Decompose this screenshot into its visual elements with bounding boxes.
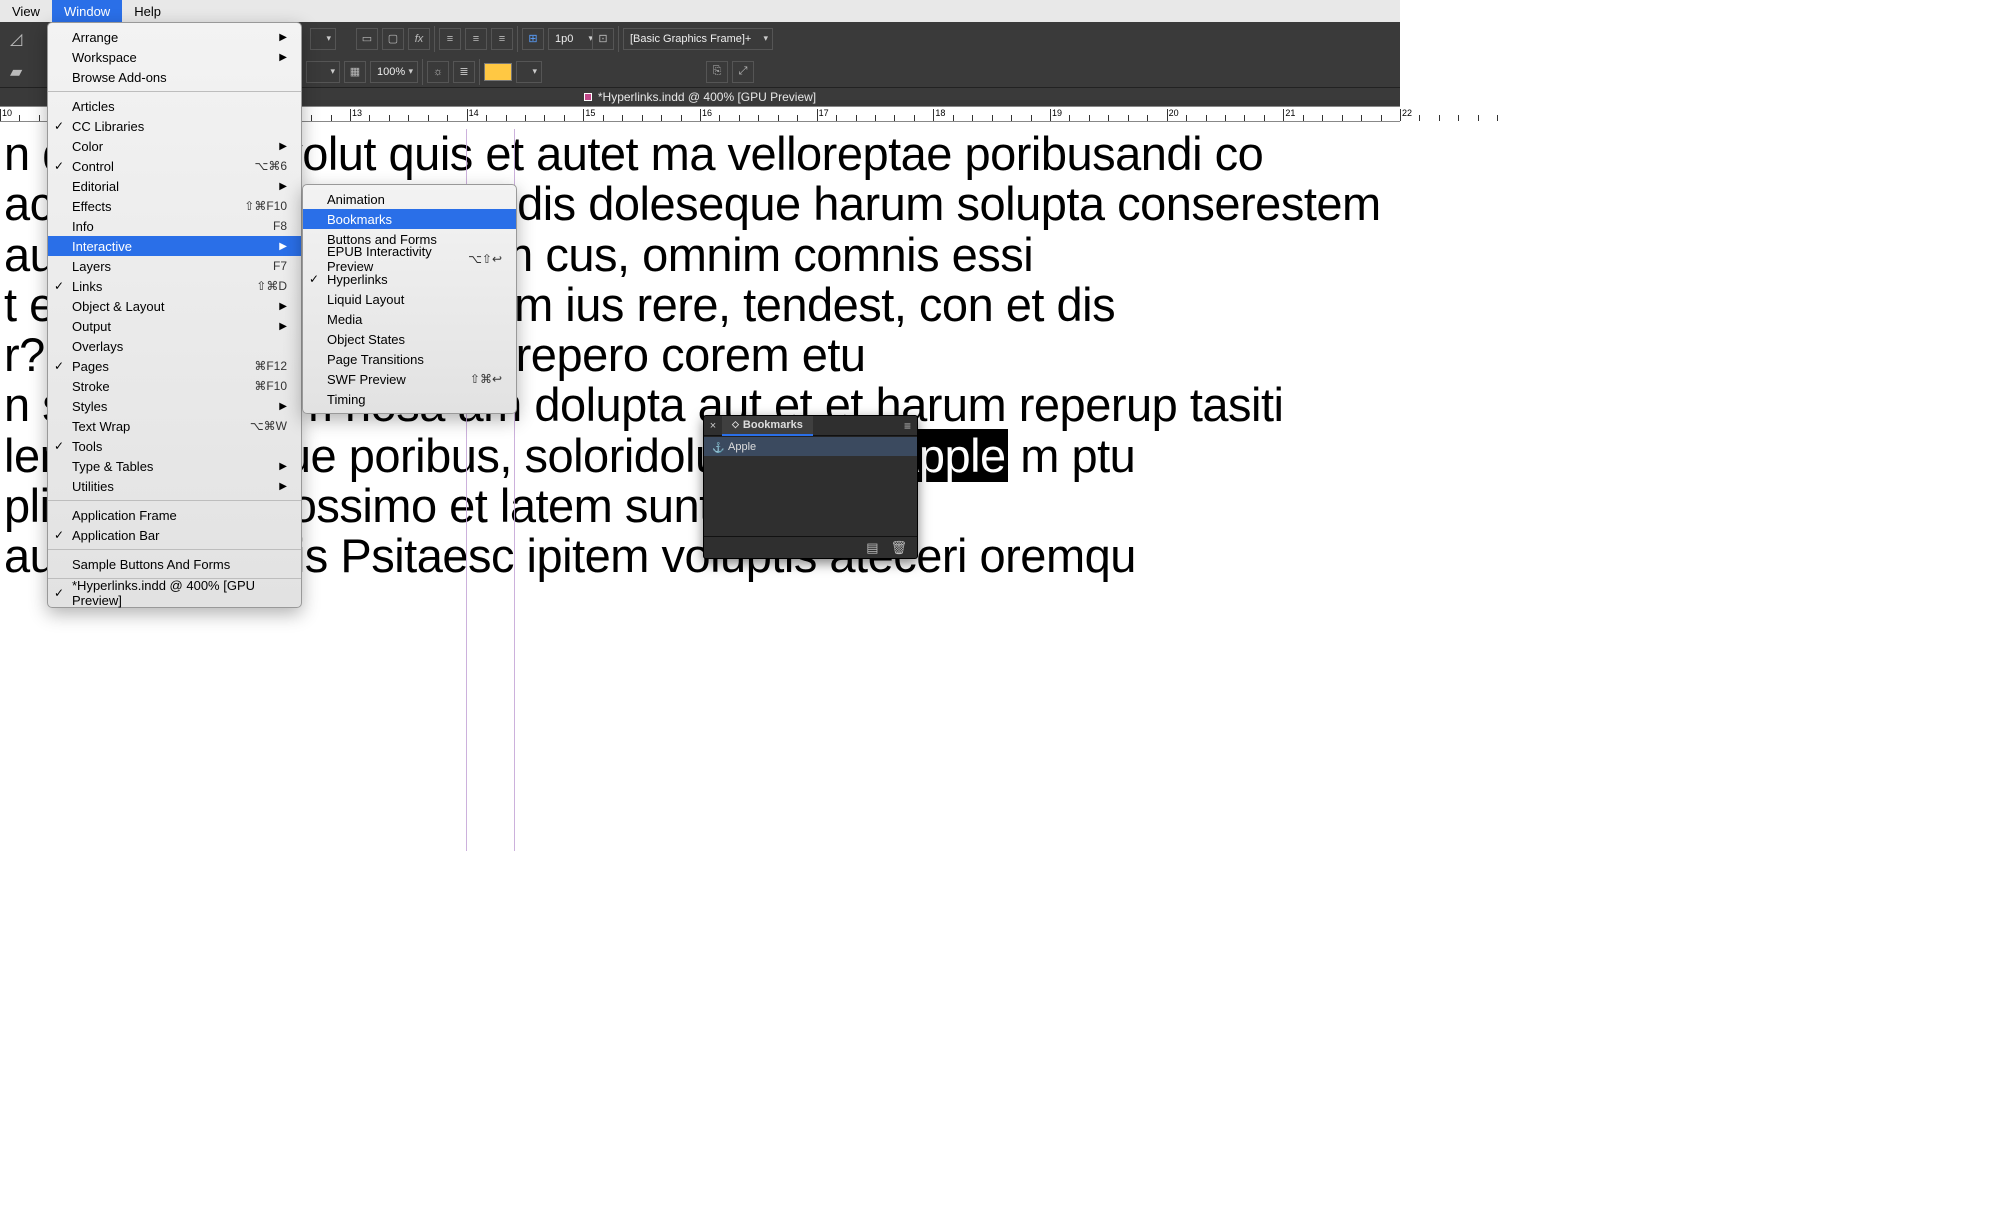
menu-window[interactable]: Window bbox=[52, 0, 122, 22]
bookmark-label: Apple bbox=[728, 441, 756, 453]
menu-item-pages[interactable]: ✓Pages⌘F12 bbox=[48, 356, 301, 376]
menu-item-cc-libraries[interactable]: ✓CC Libraries bbox=[48, 116, 301, 136]
bookmarks-panel[interactable]: × ◇Bookmarks ≡ Apple ▤ 🗑 bbox=[703, 415, 918, 559]
stroke-weight-dropdown[interactable] bbox=[306, 61, 340, 83]
bookmark-row[interactable]: Apple bbox=[704, 436, 917, 456]
menu-item-application-frame[interactable]: Application Frame bbox=[48, 505, 301, 525]
menu-item-browse-add-ons[interactable]: Browse Add-ons bbox=[48, 67, 301, 87]
new-bookmark-icon[interactable]: ▤ bbox=[866, 540, 878, 556]
transform-icon[interactable]: ⊞ bbox=[522, 28, 544, 50]
menu-item-links[interactable]: ✓Links⇧⌘D bbox=[48, 276, 301, 296]
menu-item-interactive[interactable]: Interactive▶ bbox=[48, 236, 301, 256]
menu-item-output[interactable]: Output▶ bbox=[48, 316, 301, 336]
align-h1-icon[interactable]: ≡ bbox=[439, 28, 461, 50]
menu-item-articles[interactable]: Articles bbox=[48, 96, 301, 116]
submenu-item-media[interactable]: Media bbox=[303, 309, 516, 329]
fit-frame-icon[interactable]: ▭ bbox=[356, 28, 378, 50]
submenu-item-page-transitions[interactable]: Page Transitions bbox=[303, 349, 516, 369]
menubar: View Window Help bbox=[0, 0, 1400, 22]
triangle-icon: ◿ bbox=[10, 29, 22, 49]
submenu-item-animation[interactable]: Animation bbox=[303, 189, 516, 209]
submenu-item-timing[interactable]: Timing bbox=[303, 389, 516, 409]
object-style-dropdown[interactable]: [Basic Graphics Frame]+ bbox=[623, 28, 773, 50]
menu-item-styles[interactable]: Styles▶ bbox=[48, 396, 301, 416]
submenu-item-swf-preview[interactable]: SWF Preview⇧⌘↩ bbox=[303, 369, 516, 389]
menu-view[interactable]: View bbox=[0, 0, 52, 22]
align-h2-icon[interactable]: ≡ bbox=[465, 28, 487, 50]
align-dropdown[interactable] bbox=[310, 28, 336, 50]
submenu-item-epub-interactivity-preview[interactable]: EPUB Interactivity Preview⌥⇧↩ bbox=[303, 249, 516, 269]
anchor-icon bbox=[712, 442, 722, 452]
panel-header: × ◇Bookmarks ≡ bbox=[704, 416, 917, 436]
interactive-submenu: AnimationBookmarksButtons and FormsEPUB … bbox=[302, 184, 517, 414]
grid-icon[interactable]: ⊡ bbox=[592, 28, 614, 50]
menu-item-stroke[interactable]: Stroke⌘F10 bbox=[48, 376, 301, 396]
close-icon[interactable]: × bbox=[704, 420, 722, 432]
menu-item-effects[interactable]: Effects⇧⌘F10 bbox=[48, 196, 301, 216]
fx-icon[interactable]: fx bbox=[408, 28, 430, 50]
panel-footer: ▤ 🗑 bbox=[704, 536, 917, 558]
menu-item--hyperlinks-indd-400-gpu-preview-[interactable]: ✓*Hyperlinks.indd @ 400% [GPU Preview] bbox=[48, 583, 301, 603]
window-menu: Arrange▶Workspace▶Browse Add-ons Articles… bbox=[47, 22, 302, 608]
submenu-item-liquid-layout[interactable]: Liquid Layout bbox=[303, 289, 516, 309]
bookmarks-list: Apple bbox=[704, 436, 917, 536]
menu-item-overlays[interactable]: Overlays bbox=[48, 336, 301, 356]
swatch-dropdown[interactable] bbox=[516, 61, 542, 83]
zoom-field[interactable]: 100% bbox=[370, 61, 418, 83]
menu-item-tools[interactable]: ✓Tools bbox=[48, 436, 301, 456]
document-tab-title[interactable]: *Hyperlinks.indd @ 400% [GPU Preview] bbox=[598, 90, 816, 104]
menu-item-color[interactable]: Color▶ bbox=[48, 136, 301, 156]
submenu-item-hyperlinks[interactable]: ✓Hyperlinks bbox=[303, 269, 516, 289]
menu-item-type-tables[interactable]: Type & Tables▶ bbox=[48, 456, 301, 476]
misc-icon-1[interactable]: ⎘ bbox=[706, 61, 728, 83]
menu-item-control[interactable]: ✓Control⌥⌘6 bbox=[48, 156, 301, 176]
menu-item-layers[interactable]: LayersF7 bbox=[48, 256, 301, 276]
menu-item-application-bar[interactable]: ✓Application Bar bbox=[48, 525, 301, 545]
submenu-item-bookmarks[interactable]: Bookmarks bbox=[303, 209, 516, 229]
fill-swatch[interactable] bbox=[484, 63, 512, 81]
menu-item-arrange[interactable]: Arrange▶ bbox=[48, 27, 301, 47]
misc-icon-2[interactable]: ⤢ bbox=[732, 61, 754, 83]
panel-menu-icon[interactable]: ≡ bbox=[904, 419, 911, 433]
panel-tab[interactable]: ◇Bookmarks bbox=[722, 416, 813, 436]
menu-item-info[interactable]: InfoF8 bbox=[48, 216, 301, 236]
opacity-icon[interactable]: ▦ bbox=[344, 61, 366, 83]
submenu-item-object-states[interactable]: Object States bbox=[303, 329, 516, 349]
text-align-icon[interactable]: ≣ bbox=[453, 61, 475, 83]
menu-item-workspace[interactable]: Workspace▶ bbox=[48, 47, 301, 67]
menu-item-editorial[interactable]: Editorial▶ bbox=[48, 176, 301, 196]
slash-icon: ▰ bbox=[10, 62, 22, 82]
menu-help[interactable]: Help bbox=[122, 0, 173, 22]
menu-item-utilities[interactable]: Utilities▶ bbox=[48, 476, 301, 496]
sun-icon[interactable]: ☼ bbox=[427, 61, 449, 83]
frame-icon[interactable]: ▢ bbox=[382, 28, 404, 50]
menu-item-object-layout[interactable]: Object & Layout▶ bbox=[48, 296, 301, 316]
menu-item-text-wrap[interactable]: Text Wrap⌥⌘W bbox=[48, 416, 301, 436]
menu-item-sample-buttons-and-forms[interactable]: Sample Buttons And Forms bbox=[48, 554, 301, 574]
trash-icon[interactable]: 🗑 bbox=[890, 540, 907, 556]
indd-icon bbox=[584, 93, 592, 101]
align-h3-icon[interactable]: ≡ bbox=[491, 28, 513, 50]
